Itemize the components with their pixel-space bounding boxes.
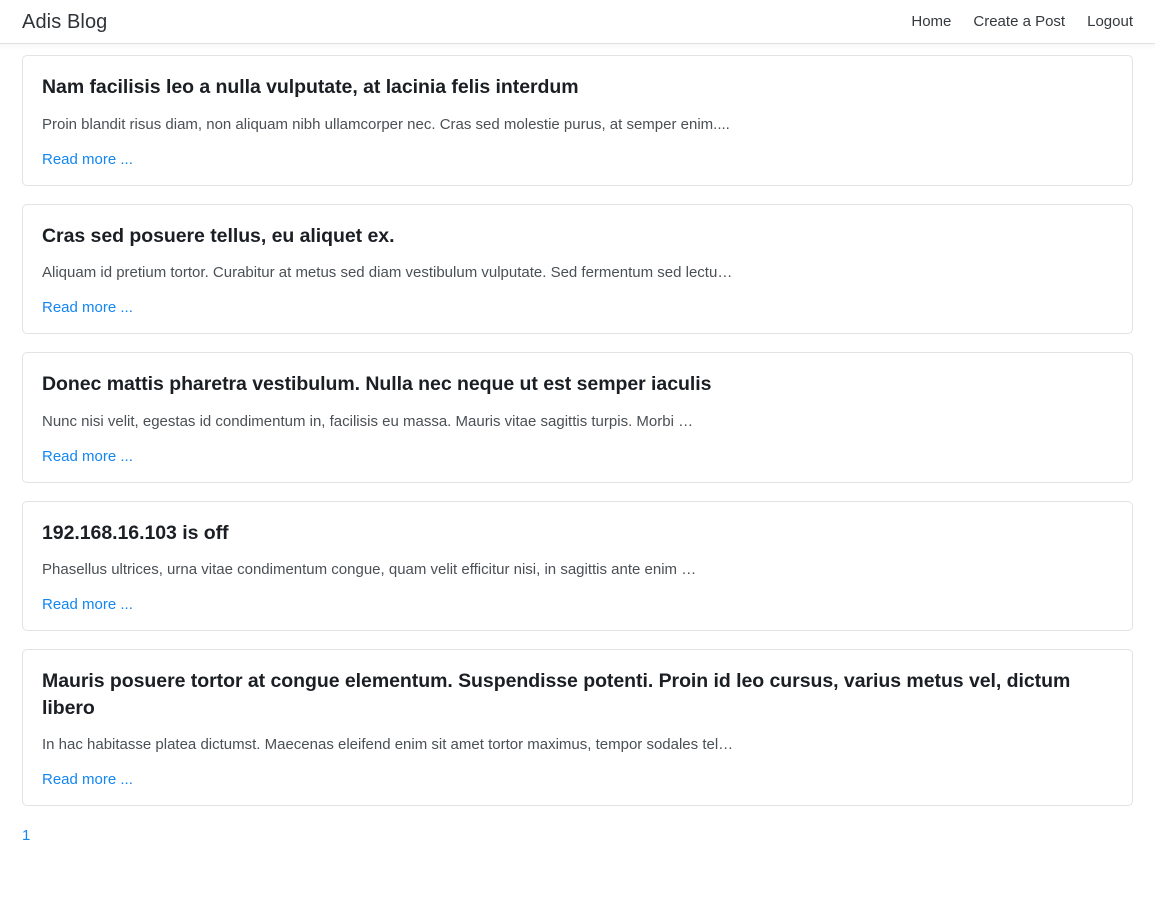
post-excerpt: Aliquam id pretium tortor. Curabitur at … [42, 264, 733, 282]
post-card: Mauris posuere tortor at congue elementu… [22, 649, 1133, 807]
pagination: 1 [0, 824, 1155, 843]
post-card: Nam facilisis leo a nulla vulputate, at … [22, 55, 1133, 186]
nav-link-logout[interactable]: Logout [1087, 14, 1133, 29]
post-card: 192.168.16.103 is off Phasellus ultrices… [22, 500, 1133, 632]
post-title: Mauris posuere tortor at congue elementu… [42, 670, 1071, 719]
nav-link-create-a-post[interactable]: Create a Post [973, 14, 1065, 29]
post-excerpt: Nunc nisi velit, egestas id condimentum … [42, 412, 694, 430]
post-title: 192.168.16.103 is off [42, 521, 229, 544]
pagination-page-1[interactable]: 1 [22, 828, 30, 843]
post-excerpt: Phasellus ultrices, urna vitae condiment… [42, 561, 697, 579]
post-card: Cras sed posuere tellus, eu aliquet ex. … [22, 203, 1133, 335]
post-excerpt: Proin blandit risus diam, non aliquam ni… [42, 115, 730, 133]
brand-link[interactable]: Adis Blog [22, 12, 107, 32]
post-excerpt: In hac habitasse platea dictumst. Maecen… [42, 736, 734, 754]
post-title: Nam facilisis leo a nulla vulputate, at … [42, 76, 579, 98]
primary-nav: Home Create a Post Logout [911, 14, 1135, 29]
read-more-link[interactable]: Read more ... [42, 449, 133, 464]
read-more-link[interactable]: Read more ... [42, 152, 133, 167]
read-more-link[interactable]: Read more ... [42, 772, 133, 787]
post-title: Cras sed posuere tellus, eu aliquet ex. [42, 224, 395, 247]
read-more-link[interactable]: Read more ... [42, 597, 133, 612]
post-list: Nam facilisis leo a nulla vulputate, at … [0, 44, 1155, 807]
post-card: Donec mattis pharetra vestibulum. Nulla … [22, 352, 1133, 483]
read-more-link[interactable]: Read more ... [42, 300, 133, 315]
top-navbar: Adis Blog Home Create a Post Logout [0, 0, 1155, 50]
post-title: Donec mattis pharetra vestibulum. Nulla … [42, 373, 712, 396]
nav-link-home[interactable]: Home [911, 14, 951, 29]
